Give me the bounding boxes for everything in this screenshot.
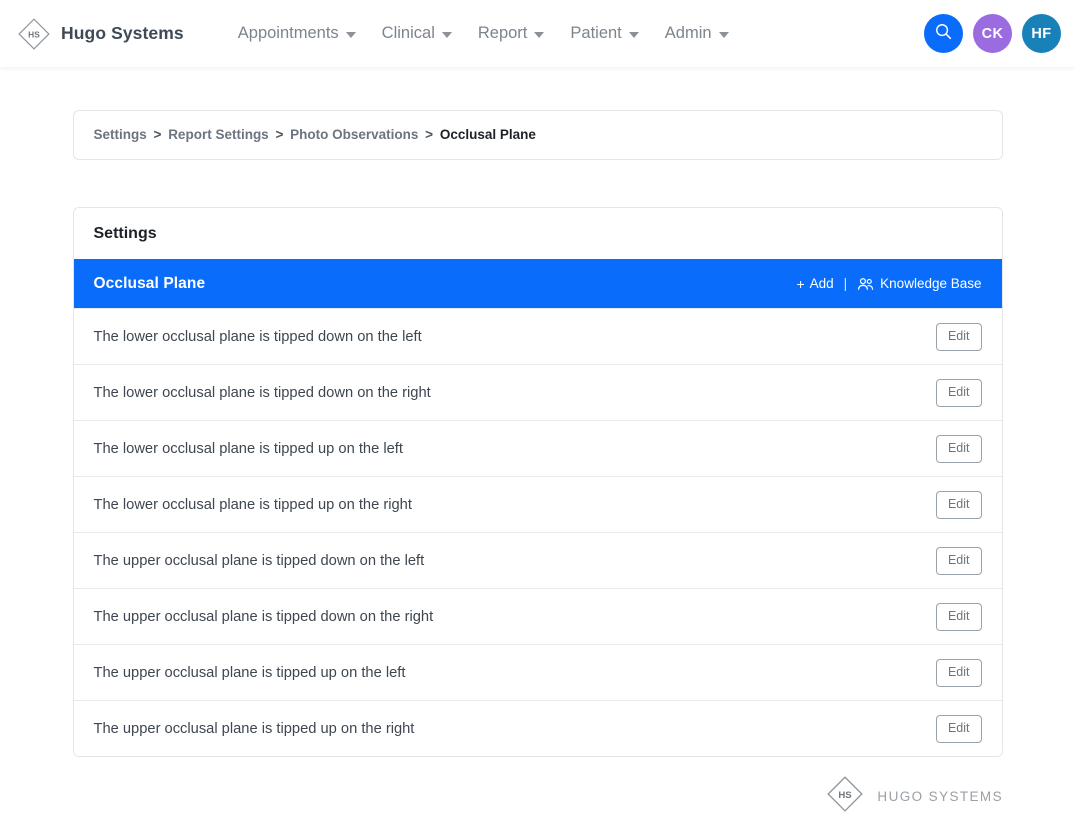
breadcrumb-separator: > [425, 127, 433, 142]
nav-item-appointments[interactable]: Appointments [238, 24, 356, 43]
table-row: The lower occlusal plane is tipped up on… [74, 420, 1002, 476]
breadcrumb-card: Settings > Report Settings > Photo Obser… [73, 110, 1003, 160]
breadcrumb-separator: > [154, 127, 162, 142]
avatar-hf[interactable]: HF [1022, 14, 1061, 53]
avatar-ck[interactable]: CK [973, 14, 1012, 53]
edit-button[interactable]: Edit [936, 379, 982, 407]
breadcrumb-item-photo-observations[interactable]: Photo Observations [290, 127, 418, 142]
edit-button[interactable]: Edit [936, 547, 982, 575]
knowledge-base-button[interactable]: Knowledge Base [857, 276, 981, 291]
edit-button[interactable]: Edit [936, 715, 982, 743]
observation-text: The upper occlusal plane is tipped up on… [94, 665, 406, 681]
section-header-occlusal-plane: Occlusal Plane + Add | [74, 259, 1002, 308]
edit-button[interactable]: Edit [936, 435, 982, 463]
svg-text:HS: HS [28, 29, 40, 39]
observation-text: The lower occlusal plane is tipped up on… [94, 441, 403, 457]
top-navbar: HS Hugo Systems Appointments Clinical Re… [0, 0, 1075, 67]
nav-item-report[interactable]: Report [478, 24, 545, 43]
footer-brand-name: HUGO SYSTEMS [877, 789, 1003, 804]
chevron-down-icon [719, 32, 729, 38]
table-row: The upper occlusal plane is tipped up on… [74, 700, 1002, 756]
table-row: The upper occlusal plane is tipped down … [74, 588, 1002, 644]
plus-icon: + [796, 277, 804, 291]
search-icon [934, 22, 953, 45]
observation-text: The lower occlusal plane is tipped down … [94, 385, 431, 401]
nav-item-label: Report [478, 24, 528, 43]
breadcrumb: Settings > Report Settings > Photo Obser… [94, 127, 982, 143]
breadcrumb-item-report-settings[interactable]: Report Settings [168, 127, 269, 142]
knowledge-base-label: Knowledge Base [880, 276, 981, 291]
section-title: Occlusal Plane [94, 275, 206, 293]
settings-card: Settings Occlusal Plane + Add | [73, 207, 1003, 757]
nav-item-admin[interactable]: Admin [665, 24, 729, 43]
table-row: The upper occlusal plane is tipped down … [74, 532, 1002, 588]
chevron-down-icon [346, 32, 356, 38]
settings-title: Settings [74, 208, 1002, 259]
table-row: The lower occlusal plane is tipped up on… [74, 476, 1002, 532]
observation-text: The upper occlusal plane is tipped down … [94, 609, 434, 625]
chevron-down-icon [442, 32, 452, 38]
nav-item-label: Appointments [238, 24, 339, 43]
svg-text:HS: HS [839, 790, 853, 801]
table-row: The lower occlusal plane is tipped down … [74, 364, 1002, 420]
observation-text: The lower occlusal plane is tipped down … [94, 329, 422, 345]
edit-button[interactable]: Edit [936, 603, 982, 631]
avatar-initials: CK [982, 26, 1004, 42]
nav-item-label: Clinical [382, 24, 435, 43]
footer: HS HUGO SYSTEMS [824, 773, 1003, 820]
edit-button[interactable]: Edit [936, 323, 982, 351]
nav-item-clinical[interactable]: Clinical [382, 24, 452, 43]
nav-links: Appointments Clinical Report Patient Adm… [238, 24, 755, 43]
action-divider: | [844, 276, 848, 291]
edit-button[interactable]: Edit [936, 659, 982, 687]
chevron-down-icon [534, 32, 544, 38]
hugo-systems-logo-icon: HS [14, 14, 54, 54]
observation-text: The upper occlusal plane is tipped up on… [94, 721, 415, 737]
breadcrumb-separator: > [275, 127, 283, 142]
brand-link[interactable]: HS Hugo Systems [14, 14, 184, 54]
breadcrumb-item-settings[interactable]: Settings [94, 127, 147, 142]
nav-item-label: Admin [665, 24, 712, 43]
edit-button[interactable]: Edit [936, 491, 982, 519]
table-row: The lower occlusal plane is tipped down … [74, 308, 1002, 364]
section-actions: + Add | Knowledge Ba [796, 276, 981, 291]
add-button[interactable]: + Add [796, 276, 833, 291]
search-button[interactable] [924, 14, 963, 53]
observation-text: The upper occlusal plane is tipped down … [94, 553, 425, 569]
users-icon [857, 277, 874, 291]
add-button-label: Add [810, 276, 834, 291]
main-content: Settings > Report Settings > Photo Obser… [0, 67, 1075, 757]
nav-item-label: Patient [570, 24, 621, 43]
brand-name: Hugo Systems [61, 23, 184, 44]
observation-text: The lower occlusal plane is tipped up on… [94, 497, 412, 513]
breadcrumb-item-occlusal-plane: Occlusal Plane [440, 127, 536, 142]
avatar-initials: HF [1031, 26, 1051, 42]
nav-item-patient[interactable]: Patient [570, 24, 638, 43]
chevron-down-icon [629, 32, 639, 38]
footer-logo-icon: HS [824, 773, 866, 820]
navbar-actions: CK HF [924, 0, 1061, 67]
app-page: HS Hugo Systems Appointments Clinical Re… [0, 0, 1075, 831]
table-row: The upper occlusal plane is tipped up on… [74, 644, 1002, 700]
